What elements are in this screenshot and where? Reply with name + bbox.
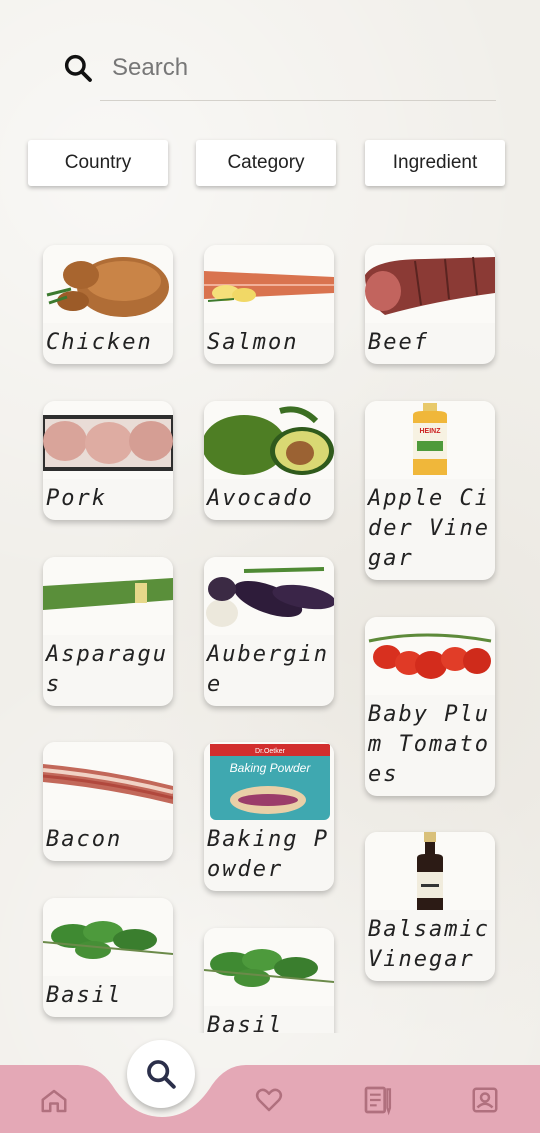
nav-home[interactable] (36, 1083, 72, 1119)
ingredient-name: Baking Powder (207, 827, 329, 882)
home-icon (41, 1089, 67, 1113)
search-input[interactable] (100, 48, 514, 88)
salmon-image (204, 245, 334, 323)
ingredient-name: Beef (368, 330, 429, 355)
ingredient-name: Salmon (207, 330, 299, 355)
ingredient-card-chicken[interactable]: Chicken (43, 245, 173, 364)
beef-image (365, 245, 495, 323)
search-icon (64, 54, 92, 82)
svg-text:Baking Powder: Baking Powder (230, 761, 312, 775)
vinegar-bottle-image: HEINZ (365, 401, 495, 479)
ingredient-card-salmon[interactable]: Salmon (204, 245, 334, 364)
svg-text:Dr.Oetker: Dr.Oetker (255, 748, 286, 755)
ingredient-name: Apple Cider Vinegar (368, 486, 490, 571)
recipe-book-icon (364, 1086, 392, 1116)
ingredient-name: Avocado (207, 486, 314, 511)
ingredient-name: Aubergine (207, 642, 329, 697)
bacon-image (43, 742, 173, 820)
ingredient-card-baking-powder[interactable]: Dr.Oetker Baking Powder Baking Powder (204, 742, 334, 891)
svg-text:HEINZ: HEINZ (420, 428, 442, 435)
filter-country-button[interactable]: Country (28, 140, 168, 186)
nav-profile[interactable] (467, 1082, 503, 1118)
ingredient-card-avocado[interactable]: Avocado (204, 401, 334, 520)
nav-search-button[interactable] (127, 1040, 195, 1108)
aubergine-image (204, 557, 334, 635)
ingredient-name: Basil (207, 1013, 284, 1033)
balsamic-bottle-image (365, 832, 495, 910)
ingredient-card-basil[interactable]: Basil (204, 928, 334, 1033)
ingredient-card-basil[interactable]: Basil (43, 898, 173, 1017)
nav-favorites[interactable] (251, 1082, 287, 1118)
ingredient-name: Chicken (46, 330, 153, 355)
tomatoes-image (365, 617, 495, 695)
pork-image (43, 401, 173, 479)
nav-recipes[interactable] (360, 1082, 396, 1118)
asparagus-image (43, 557, 173, 635)
ingredient-name: Baby Plum Tomatoes (368, 702, 490, 787)
filter-category-button[interactable]: Category (196, 140, 336, 186)
ingredient-card-asparagus[interactable]: Asparagus (43, 557, 173, 706)
ingredient-name: Pork (46, 486, 107, 511)
search-underline (100, 100, 496, 101)
ingredient-card-balsamic-vinegar[interactable]: Balsamic Vinegar (365, 832, 495, 981)
baking-powder-image: Dr.Oetker Baking Powder (204, 742, 334, 820)
ingredient-name: Basil (46, 983, 123, 1008)
profile-icon (472, 1087, 498, 1113)
basil-image (204, 928, 334, 1006)
ingredient-card-beef[interactable]: Beef (365, 245, 495, 364)
heart-icon (255, 1088, 283, 1112)
ingredient-name: Balsamic Vinegar (368, 917, 490, 972)
filter-ingredient-button[interactable]: Ingredient (365, 140, 505, 186)
ingredient-name: Asparagus (46, 642, 168, 697)
ingredient-card-apple-cider-vinegar[interactable]: HEINZ Apple Cider Vinegar (365, 401, 495, 580)
basil-image (43, 898, 173, 976)
ingredient-name: Bacon (46, 827, 123, 852)
ingredient-card-baby-plum-tomatoes[interactable]: Baby Plum Tomatoes (365, 617, 495, 796)
avocado-image (204, 401, 334, 479)
chicken-image (43, 245, 173, 323)
bottom-navigation-bar (0, 1065, 540, 1133)
search-icon (147, 1060, 176, 1089)
ingredient-card-bacon[interactable]: Bacon (43, 742, 173, 861)
search-bar[interactable] (62, 48, 514, 101)
ingredient-card-pork[interactable]: Pork (43, 401, 173, 520)
ingredient-grid[interactable]: Chicken Pork Asparagus Bacon Basil Salmo… (0, 225, 540, 1033)
ingredient-card-aubergine[interactable]: Aubergine (204, 557, 334, 706)
